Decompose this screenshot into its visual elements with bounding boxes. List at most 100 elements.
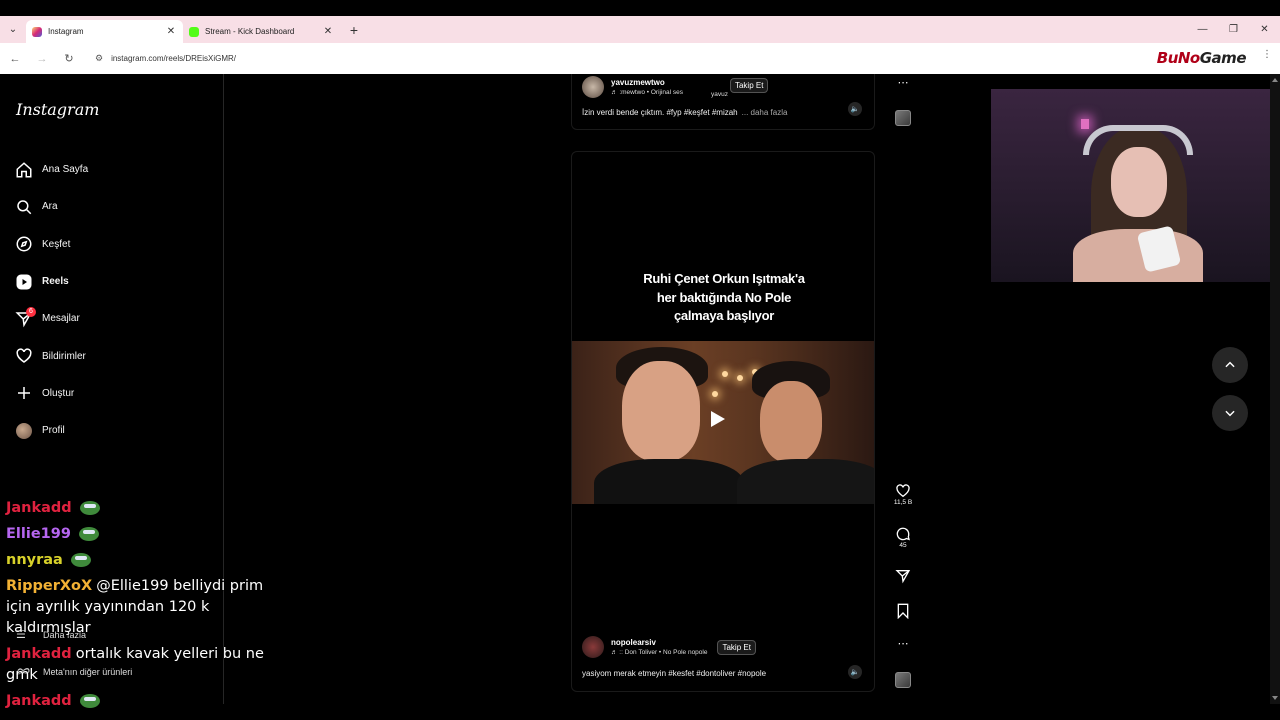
sidebar-item-create[interactable]: Oluştur bbox=[14, 375, 88, 412]
comment-count: 45 bbox=[899, 542, 907, 549]
sidebar-item-notifications[interactable]: Bildirimler bbox=[14, 337, 88, 374]
chat-message: Jankadd ortalık kavak yelleri bu ne gmk bbox=[6, 644, 276, 686]
chevron-down-icon bbox=[1225, 410, 1235, 417]
reel-footer: nopolearsiv ♬ :: Don Toliver • No Pole n… bbox=[582, 636, 866, 678]
chevron-up-icon bbox=[1225, 361, 1235, 368]
back-button[interactable]: ← bbox=[3, 47, 27, 71]
sidebar-item-messages[interactable]: 6 Mesajlar bbox=[14, 300, 88, 337]
share-button[interactable] bbox=[890, 568, 916, 584]
window-controls: — ❐ ✕ bbox=[1187, 16, 1280, 43]
sidebar-item-profile[interactable]: Profil bbox=[14, 412, 88, 449]
browser-tab-bar: ⌄ Instagram ✕ Stream - Kick Dashboard ✕ … bbox=[0, 16, 1280, 43]
profile-avatar bbox=[14, 421, 34, 441]
sidebar-item-label: Reels bbox=[42, 276, 69, 288]
more-link[interactable]: ... daha fazla bbox=[742, 108, 788, 117]
sidebar-item-search[interactable]: Ara bbox=[14, 188, 88, 225]
chat-username: nnyraa bbox=[6, 552, 63, 568]
streamer-webcam bbox=[991, 89, 1280, 282]
sidebar-item-explore[interactable]: Keşfet bbox=[14, 226, 88, 263]
reel-overlay-text: Ruhi Çenet Orkun Işıtmak'a her baktığınd… bbox=[643, 271, 805, 323]
plus-icon bbox=[14, 383, 34, 403]
pepe-emote-icon bbox=[79, 501, 100, 515]
share-icon bbox=[895, 570, 911, 584]
like-button[interactable]: 11,5 B bbox=[890, 483, 916, 506]
chat-username: RipperXoX bbox=[6, 578, 93, 594]
sidebar-nav: Ana Sayfa Ara Keşfet Reels 6 Mesajlar Bi… bbox=[14, 151, 88, 449]
close-window-icon[interactable]: ✕ bbox=[1249, 16, 1280, 43]
reel-username[interactable]: yavuzmewtwo bbox=[611, 78, 683, 87]
more-options-icon[interactable]: ⋯ bbox=[890, 637, 916, 650]
next-reel-button[interactable] bbox=[1212, 395, 1248, 431]
play-icon[interactable] bbox=[711, 411, 725, 427]
restore-icon[interactable]: ❐ bbox=[1218, 16, 1249, 43]
close-tab-icon[interactable]: ✕ bbox=[322, 26, 334, 37]
sidebar-item-label: Ara bbox=[42, 201, 58, 213]
pepe-emote-icon bbox=[79, 694, 100, 708]
notification-badge: 6 bbox=[26, 306, 36, 317]
comment-icon bbox=[896, 527, 910, 541]
avatar[interactable] bbox=[582, 76, 604, 98]
chat-username: Jankadd bbox=[6, 693, 72, 709]
sidebar-item-reels[interactable]: Reels bbox=[14, 263, 88, 300]
sidebar-item-label: Profil bbox=[42, 425, 65, 437]
bookmark-icon bbox=[897, 603, 909, 619]
follow-button[interactable]: Takip Et bbox=[729, 77, 769, 93]
reel-audio[interactable]: ♬ :: Don Toliver • No Pole nopole bbox=[611, 649, 707, 656]
tab-search-chevron-icon[interactable]: ⌄ bbox=[0, 16, 26, 43]
tab-kick-dashboard[interactable]: Stream - Kick Dashboard ✕ bbox=[183, 20, 340, 43]
like-count: 11,5 B bbox=[893, 499, 913, 506]
url-text: instagram.com/reels/DREisXiGMR/ bbox=[111, 54, 236, 63]
forward-button[interactable]: → bbox=[30, 47, 54, 71]
chat-message: Ellie199 bbox=[6, 524, 276, 545]
close-tab-icon[interactable]: ✕ bbox=[165, 26, 177, 37]
stream-chat-overlay: Jankadd Ellie199 nnyraa RipperXoX @Ellie199 … bbox=[6, 498, 276, 717]
more-options-icon[interactable]: ⋯ bbox=[890, 76, 916, 89]
reel-frame-image bbox=[572, 341, 874, 504]
chat-username: Jankadd bbox=[6, 500, 72, 516]
mute-icon[interactable]: 🔈 bbox=[848, 102, 862, 116]
home-icon bbox=[14, 160, 34, 180]
pepe-emote-icon bbox=[70, 553, 91, 567]
avatar[interactable] bbox=[582, 636, 604, 658]
audio-thumbnail[interactable] bbox=[890, 672, 916, 688]
audio-thumbnail[interactable] bbox=[890, 110, 916, 126]
chat-username: Jankadd bbox=[6, 646, 72, 662]
comment-button[interactable]: 45 bbox=[890, 526, 916, 549]
sidebar-item-label: Oluştur bbox=[42, 387, 75, 399]
sidebar-item-label: Keşfet bbox=[42, 238, 71, 250]
chat-username: Ellie199 bbox=[6, 526, 71, 542]
previous-reel-button[interactable] bbox=[1212, 347, 1248, 383]
minimize-icon[interactable]: — bbox=[1187, 16, 1218, 43]
reload-button[interactable]: ↻ bbox=[57, 47, 81, 71]
heart-icon bbox=[14, 346, 34, 366]
url-field[interactable]: ⚙ instagram.com/reels/DREisXiGMR/ bbox=[87, 47, 1127, 70]
follow-button[interactable]: Takip Et bbox=[717, 639, 756, 655]
reel-video[interactable]: Ruhi Çenet Orkun Işıtmak'a her baktığınd… bbox=[571, 151, 875, 692]
pepe-emote-icon bbox=[78, 527, 99, 541]
instagram-favicon-icon bbox=[32, 26, 42, 37]
sidebar-item-label: Mesajlar bbox=[42, 313, 80, 325]
messenger-icon: 6 bbox=[14, 306, 36, 329]
sidebar-item-home[interactable]: Ana Sayfa bbox=[14, 151, 88, 188]
reel-caption: yasiyom merak etmeyin #kesfet #dontolive… bbox=[582, 669, 767, 678]
menu-dots-icon[interactable]: ⋮ bbox=[1262, 49, 1272, 60]
chat-message: Jankadd bbox=[6, 498, 276, 519]
reel-audio[interactable]: ♬ :mewtwo • Orijinal ses bbox=[611, 89, 683, 96]
sidebar-item-label: Ana Sayfa bbox=[42, 164, 89, 176]
search-icon bbox=[14, 197, 34, 217]
instagram-logo[interactable]: Instagram bbox=[16, 100, 99, 119]
mute-icon[interactable]: 🔈 bbox=[848, 665, 862, 679]
new-tab-button[interactable]: + bbox=[344, 22, 364, 38]
tab-instagram[interactable]: Instagram ✕ bbox=[26, 20, 183, 43]
tab-title: Stream - Kick Dashboard bbox=[205, 27, 295, 36]
page-scrollbar[interactable] bbox=[1270, 74, 1280, 704]
previous-reel-footer: yavuzmewtwo ♬ :mewtwo • Orijinal ses yav… bbox=[571, 74, 875, 130]
heart-icon bbox=[896, 484, 910, 498]
site-info-icon[interactable]: ⚙ bbox=[95, 53, 103, 64]
audio-extra: yavuz bbox=[711, 90, 728, 98]
compass-icon bbox=[14, 234, 34, 254]
save-button[interactable] bbox=[890, 603, 916, 619]
reels-icon bbox=[14, 272, 34, 292]
reel-caption: İzin verdi bende çıktım. #fyp #keşfet #m… bbox=[582, 108, 788, 117]
reel-username[interactable]: nopolearsiv bbox=[611, 638, 707, 647]
